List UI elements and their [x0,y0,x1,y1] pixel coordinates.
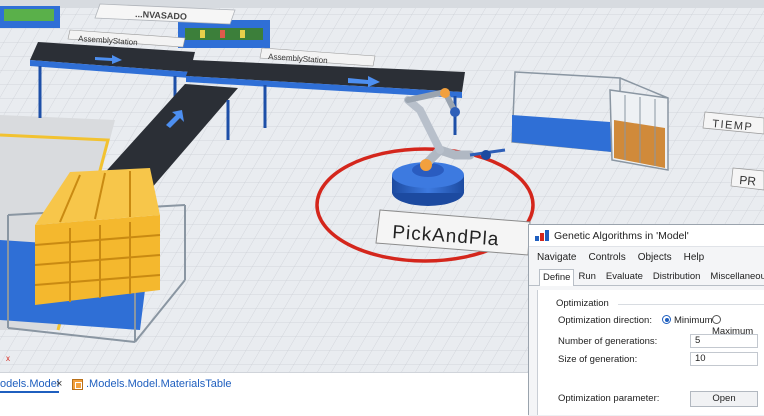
tab-define[interactable]: Define [539,269,575,286]
dialog-title-bar[interactable]: Genetic Algorithms in 'Model' [529,225,764,247]
table-icon [72,378,83,390]
radio-maximum-dot [712,315,721,324]
param-label: Optimization parameter: [558,393,660,404]
radio-minimum-dot [662,315,671,324]
size-label: Size of generation: [558,354,638,365]
tab-model[interactable]: odels.Model [0,378,60,393]
tab-miscellaneous[interactable]: Miscellaneous [706,268,764,285]
direction-label: Optimization direction: [558,315,652,326]
optimization-group-label: Optimization [556,298,609,309]
tab-evaluate[interactable]: Evaluate [602,268,647,285]
open-button[interactable]: Open [690,391,758,407]
menu-navigate[interactable]: Navigate [537,252,576,263]
radio-minimum-label: Minimum [674,315,713,326]
sign-pr: PR [730,167,764,191]
define-panel: Optimization Optimization direction: Min… [537,290,764,415]
genetic-algorithms-dialog: Genetic Algorithms in 'Model' Navigate C… [528,224,764,415]
document-tab-strip: odels.Model × .Models.Model.MaterialsTab… [0,372,528,416]
menu-controls[interactable]: Controls [588,252,625,263]
app-logo-icon [535,229,549,241]
generations-label: Number of generations: [558,336,658,347]
tab-materials-table-label: .Models.Model.MaterialsTable [86,378,232,390]
tab-materials-table[interactable]: .Models.Model.MaterialsTable [72,378,232,390]
group-divider [618,304,764,305]
pr-label: PR [739,173,757,188]
close-icon[interactable]: × [56,378,62,390]
menu-help[interactable]: Help [684,252,705,263]
generations-input[interactable]: 5 [690,334,758,348]
menu-objects[interactable]: Objects [638,252,672,263]
tab-distribution[interactable]: Distribution [649,268,705,285]
axis-marker-x: x [6,354,10,363]
tab-run[interactable]: Run [574,268,599,285]
size-input[interactable]: 10 [690,352,758,366]
radio-minimum[interactable]: Minimum [662,315,713,326]
dialog-tabs: Define Run Evaluate Distribution Miscell… [529,267,764,286]
tab-model-label: odels.Model [0,378,60,393]
dialog-title: Genetic Algorithms in 'Model' [554,229,689,242]
dialog-menubar: Navigate Controls Objects Help [529,247,764,267]
assembly-station-1[interactable] [0,6,60,28]
assembly-station-2[interactable] [178,20,270,48]
